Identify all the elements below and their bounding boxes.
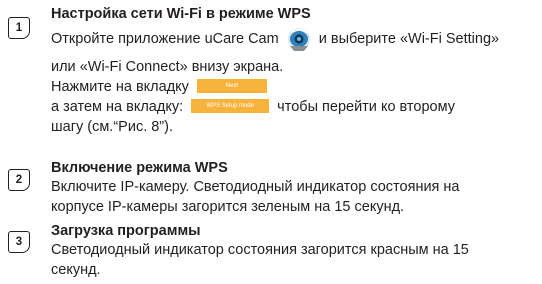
step-number-badge: 1 (8, 17, 30, 39)
step-text-line: а затем на вкладку: WPS Setup mode чтобы… (51, 97, 531, 117)
ucare-cam-app-icon (285, 26, 313, 52)
step-number: 2 (15, 174, 23, 186)
step-title: Включение режима WPS (51, 160, 228, 176)
step-text-line: или «Wi-Fi Connect» внизу экрана. (51, 59, 284, 75)
step-text-line: Откройте приложение uCare Cam и выберите… (51, 26, 531, 52)
text-segment: а затем на вкладку: (51, 99, 184, 115)
step-text-line: корпусе IP-камеры загорится зеленым на 1… (51, 199, 405, 215)
step-number-badge: 2 (8, 169, 30, 191)
step-title: Загрузка программы (51, 223, 201, 239)
text-segment: Нажмите на вкладку (51, 79, 189, 95)
step-text-line: Нажмите на вкладку Next (51, 77, 531, 97)
step-number-badge: 3 (8, 231, 30, 253)
next-tab-image: Next (196, 79, 267, 94)
step-text-line: шагу (см.“Рис. 8”). (51, 119, 173, 135)
text-segment: Откройте приложение uCare Cam (51, 31, 279, 47)
text-segment: чтобы перейти ко второму (277, 99, 455, 115)
step-number: 3 (15, 236, 23, 248)
step-title: Настройка сети Wi-Fi в режиме WPS (51, 6, 311, 22)
step-number: 1 (15, 22, 23, 34)
step-text-line: секунд. (51, 262, 101, 278)
wps-setup-mode-tab-image: WPS Setup mode (191, 99, 270, 114)
step-text-line: Светодиодный индикатор состояния загорит… (51, 242, 469, 258)
text-segment: и выберите «Wi-Fi Setting» (318, 31, 500, 47)
step-text-line: Включите IP-камеру. Светодиодный индикат… (51, 179, 460, 195)
